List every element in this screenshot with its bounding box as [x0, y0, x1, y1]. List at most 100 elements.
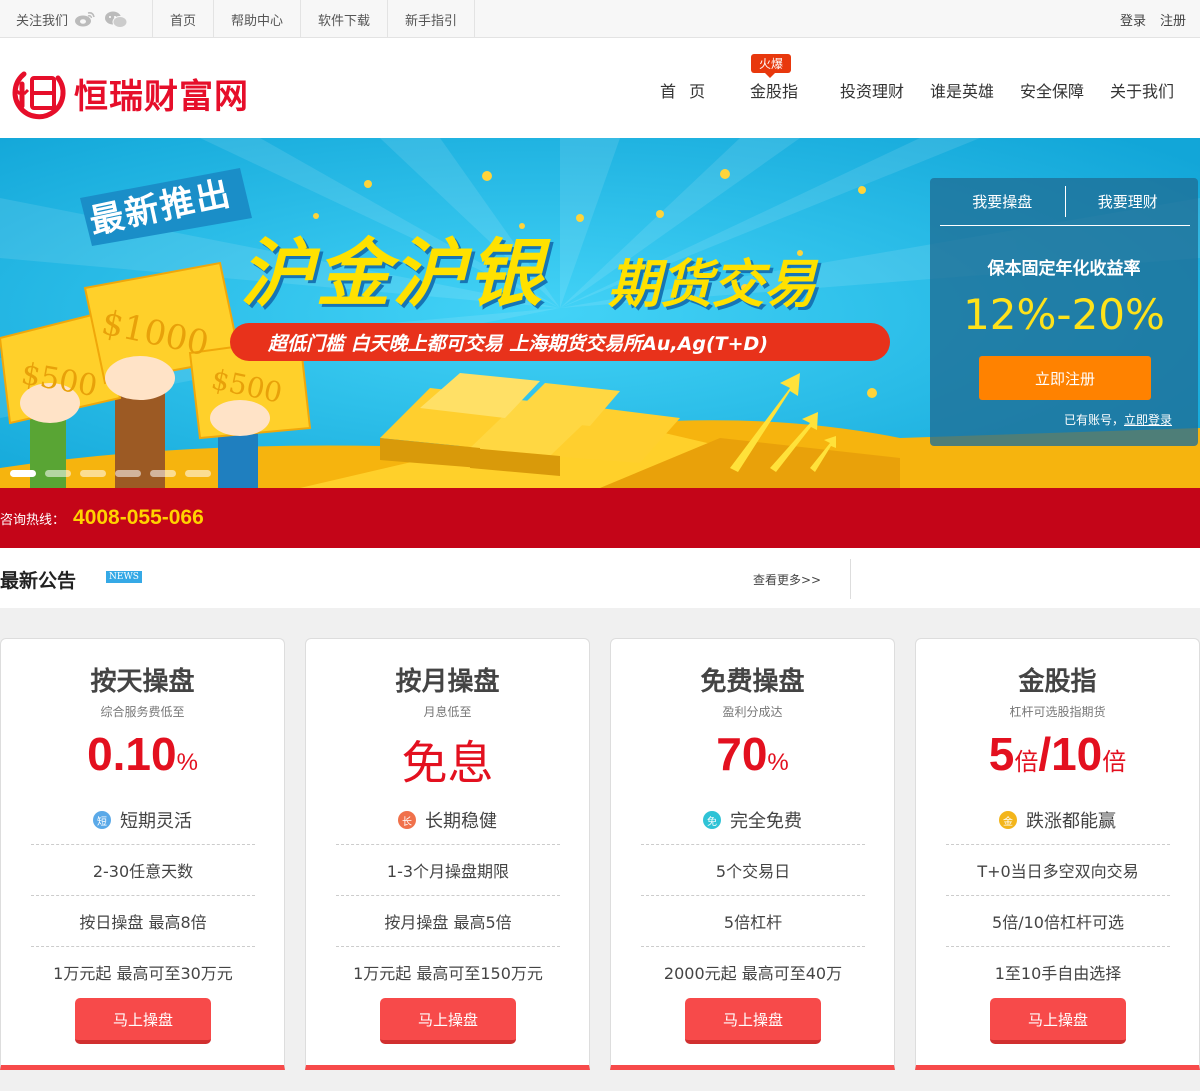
card-value-unit: %	[767, 749, 789, 776]
news-title: 最新公告	[0, 570, 77, 592]
slider-dot[interactable]	[115, 470, 141, 477]
follow-label: 关注我们	[16, 13, 69, 29]
card-value-b: 10	[1051, 728, 1103, 780]
wechat-icon[interactable]	[104, 11, 128, 28]
card-rows: 2-30任意天数 按日操盘 最高8倍 1万元起 最高可至30万元	[31, 844, 255, 997]
nav-invest[interactable]: 投资理财	[840, 78, 904, 102]
card-value: 免息	[306, 727, 589, 793]
trade-now-button[interactable]: 马上操盘	[685, 998, 821, 1044]
card-value-sep: /	[1038, 728, 1052, 780]
card-value-unit-a: 倍	[1014, 749, 1039, 776]
card-row: 5倍杠杆	[641, 895, 865, 946]
free-icon: 免	[703, 811, 721, 829]
card-value-main: 70	[716, 728, 768, 780]
register-panel: 我要操盘 我要理财 保本固定年化收益率 12%-20% 立即注册 已有账号，立即…	[930, 178, 1198, 446]
register-tabs: 我要操盘 我要理财	[940, 178, 1190, 226]
top-link-home[interactable]: 首页	[153, 0, 215, 38]
card-row: 5倍/10倍杠杆可选	[946, 895, 1170, 946]
register-now-button[interactable]: 立即注册	[979, 356, 1151, 400]
hotline-bar: 咨询热线： 4008-055-066	[0, 488, 1200, 548]
login-link[interactable]: 登录	[1120, 10, 1146, 29]
login-line: 已有账号，立即登录	[1064, 411, 1172, 428]
card-row: 按月操盘 最高5倍	[336, 895, 560, 946]
card-row: 2000元起 最高可至40万	[641, 946, 865, 997]
nav-gold-index[interactable]: 金股指	[750, 78, 798, 102]
card-feature: 免完全免费	[611, 807, 894, 833]
site-header: 恒瑞财富网 火爆 首 页 金股指 投资理财 谁是英雄 安全保障 关于我们	[0, 38, 1200, 138]
top-links: 首页 帮助中心 软件下载 新手指引	[153, 0, 476, 38]
hotline-label: 咨询热线：	[0, 512, 66, 528]
long-term-icon: 长	[398, 811, 416, 829]
card-feature: 金跌涨都能赢	[916, 807, 1199, 833]
card-row: 1万元起 最高可至150万元	[336, 946, 560, 997]
card-value-main: 0.10	[87, 728, 177, 780]
card-subtitle: 综合服务费低至	[100, 705, 185, 719]
weibo-icon[interactable]	[74, 11, 95, 27]
card-row: T+0当日多空双向交易	[946, 844, 1170, 895]
gold-icon: 金	[999, 811, 1017, 829]
slider-dot[interactable]	[10, 470, 36, 477]
card-title: 免费操盘	[700, 667, 805, 697]
card-rows: T+0当日多空双向交易 5倍/10倍杠杆可选 1至10手自由选择	[946, 844, 1170, 997]
hot-badge: 火爆	[751, 54, 792, 78]
product-card-monthly: 按月操盘 月息低至 免息 长长期稳健 1-3个月操盘期限 按月操盘 最高5倍 1…	[305, 638, 590, 1070]
nav-security[interactable]: 安全保障	[1020, 78, 1084, 102]
login-now-link[interactable]: 立即登录	[1124, 413, 1172, 427]
card-subtitle: 月息低至	[423, 705, 472, 719]
card-value: 0.10%	[1, 727, 284, 781]
card-value-unit: %	[176, 749, 198, 776]
trade-now-button[interactable]: 马上操盘	[75, 998, 211, 1044]
card-feature: 短短期灵活	[1, 807, 284, 833]
banner-title-sub: 期货交易	[608, 255, 817, 315]
card-row: 1至10手自由选择	[946, 946, 1170, 997]
slider-dot[interactable]	[185, 470, 211, 477]
follow-us: 关注我们	[0, 0, 153, 38]
card-row: 按日操盘 最高8倍	[31, 895, 255, 946]
card-title: 按月操盘	[395, 667, 500, 697]
card-feature: 长长期稳健	[306, 807, 589, 833]
has-account-text: 已有账号，	[1063, 413, 1124, 427]
news-divider	[850, 559, 851, 599]
slider-dot[interactable]	[45, 470, 71, 477]
card-value-a: 5	[988, 728, 1015, 780]
nav-heroes[interactable]: 谁是英雄	[930, 78, 994, 102]
top-link-download[interactable]: 软件下载	[301, 0, 389, 38]
card-row: 5个交易日	[641, 844, 865, 895]
top-link-guide[interactable]: 新手指引	[388, 0, 476, 38]
product-card-gold-index: 金股指 杠杆可选股指期货 5倍/10倍 金跌涨都能赢 T+0当日多空双向交易 5…	[915, 638, 1200, 1070]
card-feature-label: 完全免费	[730, 811, 802, 832]
card-rows: 1-3个月操盘期限 按月操盘 最高5倍 1万元起 最高可至150万元	[336, 844, 560, 997]
card-rows: 5个交易日 5倍杠杆 2000元起 最高可至40万	[641, 844, 865, 997]
product-card-daily: 按天操盘 综合服务费低至 0.10% 短短期灵活 2-30任意天数 按日操盘 最…	[0, 638, 285, 1070]
main-nav: 首 页 金股指 投资理财 谁是英雄 安全保障 关于我们	[0, 78, 1200, 104]
news-badge: NEWS	[106, 571, 142, 583]
nav-about[interactable]: 关于我们	[1110, 78, 1174, 102]
register-link[interactable]: 注册	[1160, 10, 1186, 29]
trade-now-button[interactable]: 马上操盘	[380, 998, 516, 1044]
trade-now-button[interactable]: 马上操盘	[990, 998, 1126, 1044]
card-feature-label: 长期稳健	[425, 811, 497, 832]
card-row: 1-3个月操盘期限	[336, 844, 560, 895]
slider-dot[interactable]	[150, 470, 176, 477]
card-subtitle: 盈利分成达	[722, 705, 783, 719]
tab-finance[interactable]: 我要理财	[1066, 178, 1191, 225]
nav-home[interactable]: 首 页	[660, 78, 705, 102]
short-term-icon: 短	[93, 811, 111, 829]
tab-trade[interactable]: 我要操盘	[940, 186, 1066, 217]
card-feature-label: 跌涨都能赢	[1026, 811, 1116, 832]
card-feature-label: 短期灵活	[120, 811, 192, 832]
card-value-main: 免息	[401, 736, 494, 790]
slider-dot[interactable]	[80, 470, 106, 477]
news-more-link[interactable]: 查看更多>>	[753, 571, 821, 588]
top-link-help[interactable]: 帮助中心	[214, 0, 302, 38]
card-row: 1万元起 最高可至30万元	[31, 946, 255, 997]
card-subtitle: 杠杆可选股指期货	[1009, 705, 1106, 719]
card-value-unit-b: 倍	[1102, 749, 1127, 776]
card-value: 5倍/10倍	[916, 727, 1199, 781]
hotline-number: 4008-055-066	[73, 506, 204, 529]
news-bar: 最新公告 NEWS 查看更多>>	[0, 548, 1200, 608]
card-title: 金股指	[1018, 667, 1097, 697]
banner-subline: 超低门槛 白天晚上都可交易 上海期货交易所Au,Ag(T+D)	[230, 323, 890, 361]
card-value: 70%	[611, 727, 894, 781]
slider-dots	[10, 470, 211, 477]
